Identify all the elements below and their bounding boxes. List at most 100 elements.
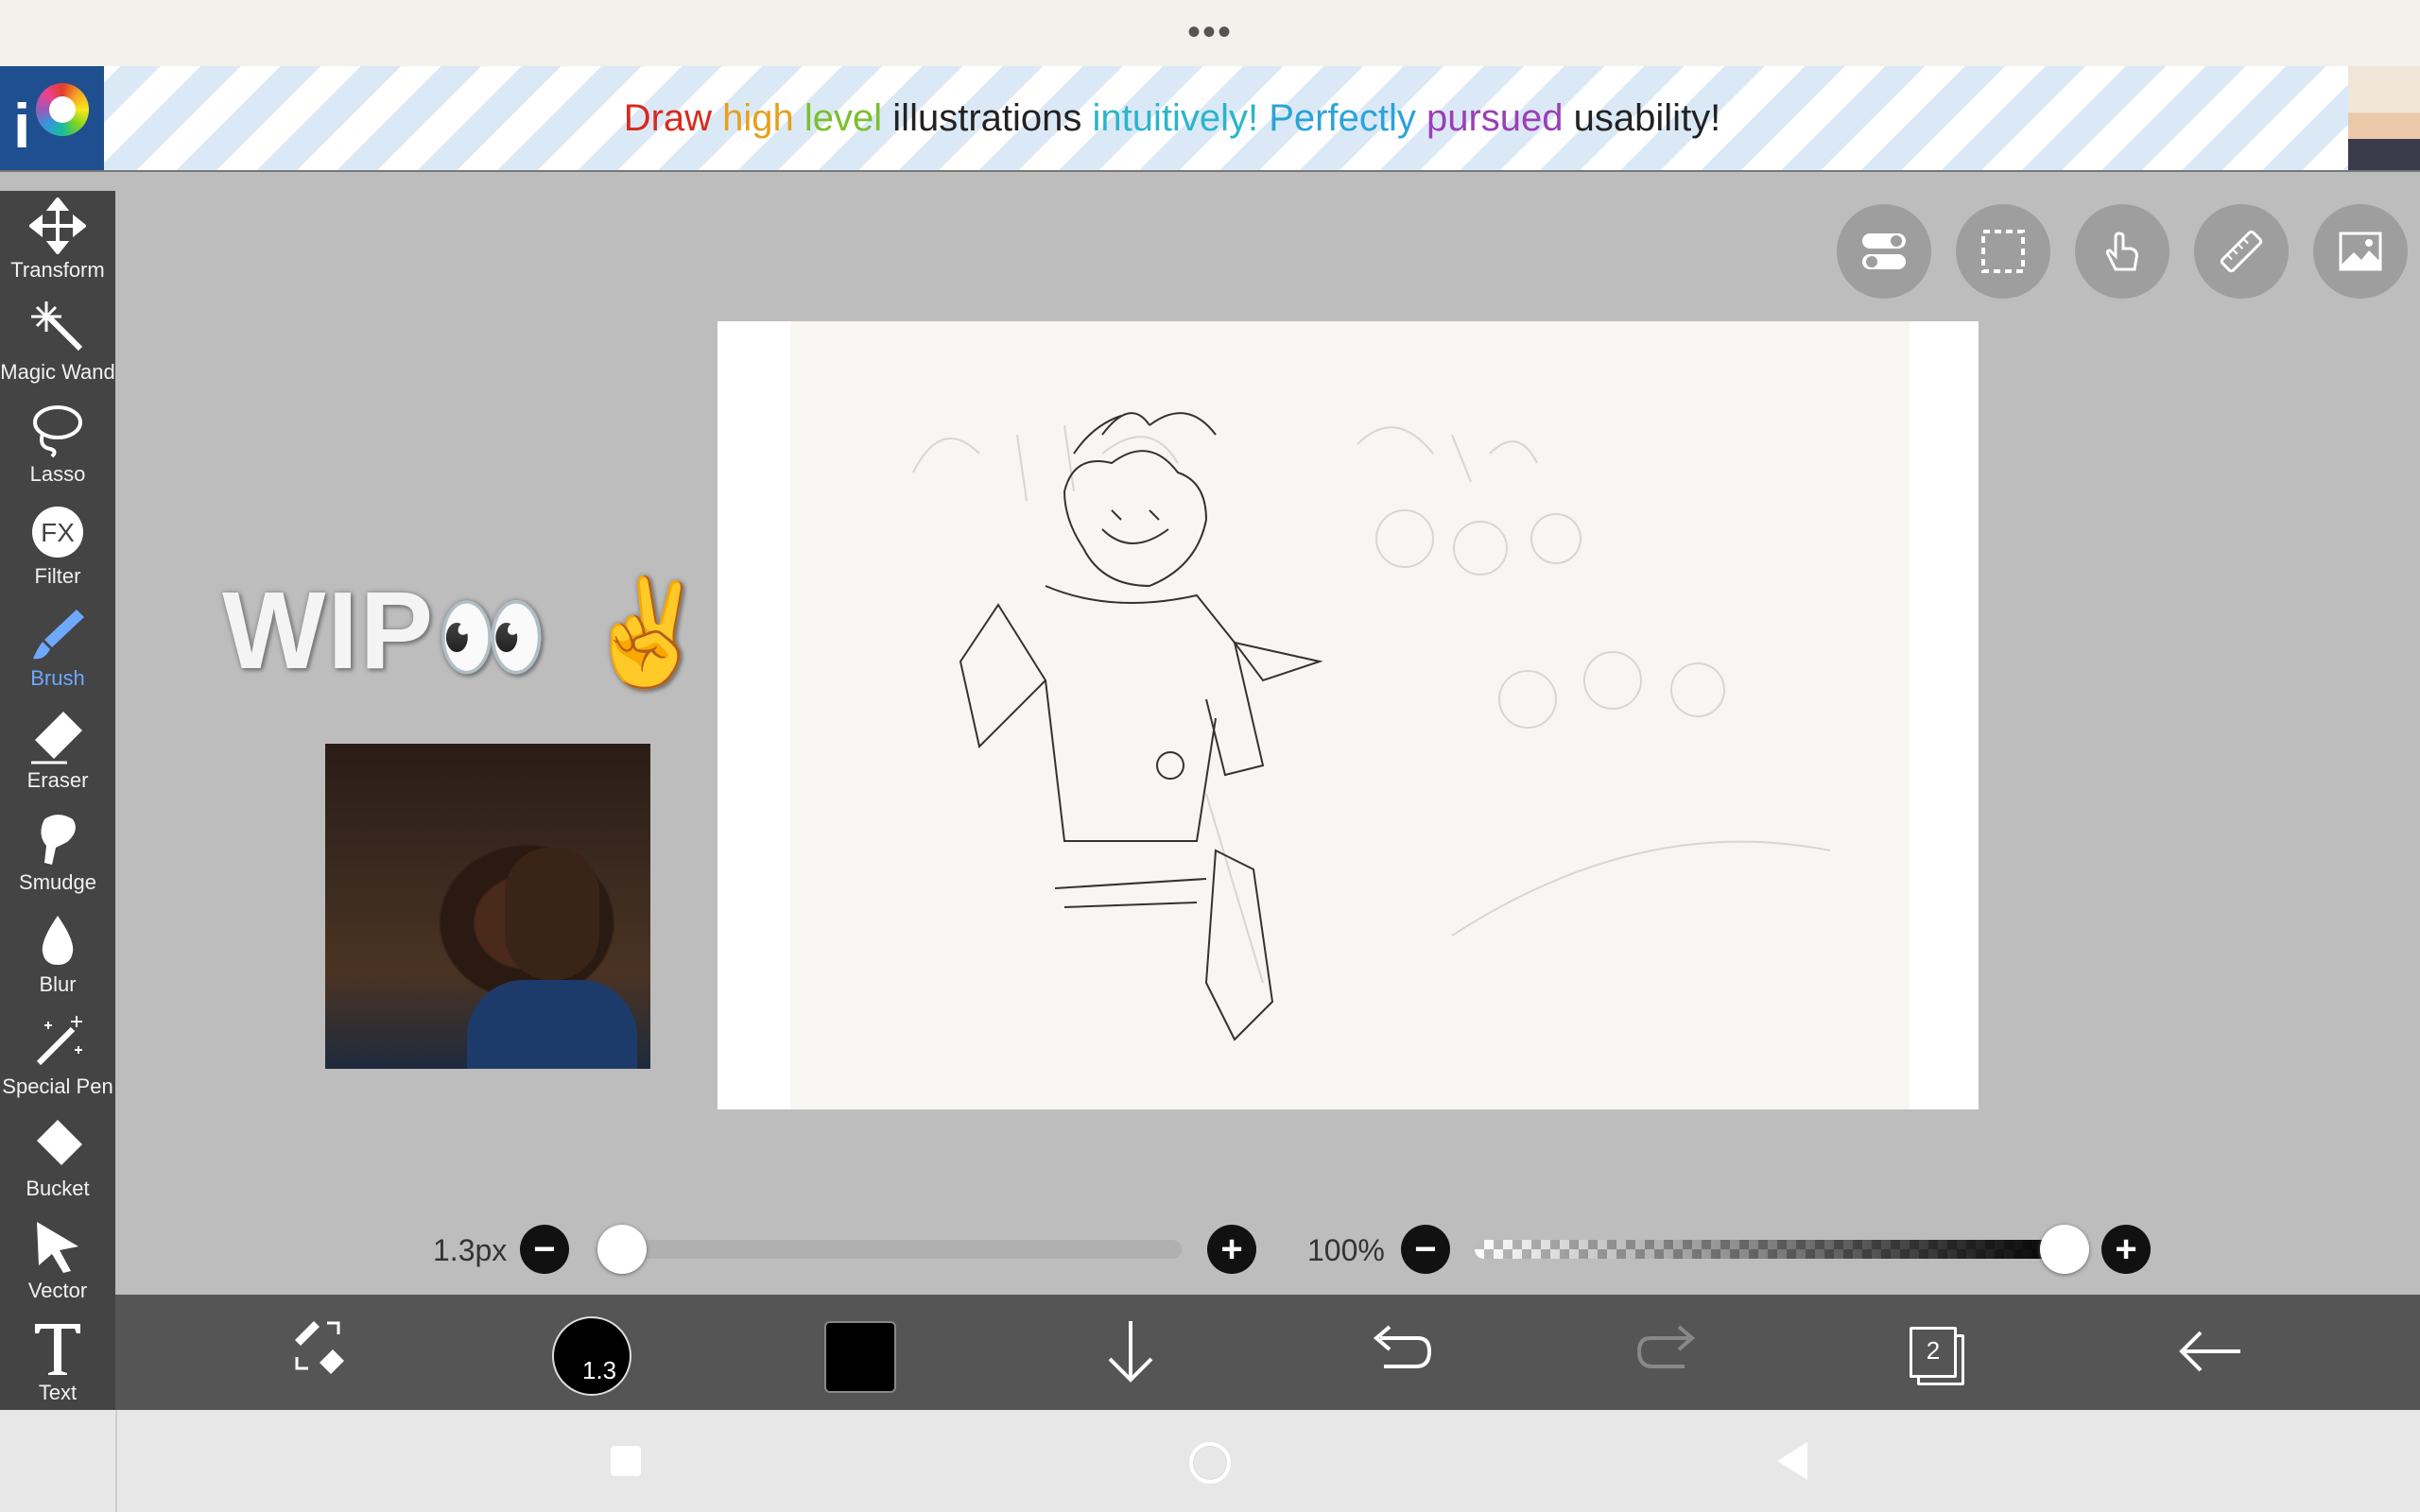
color-wheel-icon (36, 83, 89, 136)
wip-text: WIP (222, 569, 436, 692)
tool-label: Lasso (29, 462, 86, 486)
tool-lasso[interactable]: Lasso (0, 398, 115, 500)
tool-text[interactable]: Text (0, 1316, 115, 1418)
tool-filter[interactable]: FX Filter (0, 500, 115, 602)
layers-button[interactable]: 2 (1910, 1327, 1964, 1385)
vector-arrow-icon (37, 1222, 78, 1273)
brush-size-slider[interactable] (624, 1240, 1182, 1259)
wip-overlay: WIP👀 ✌️ (222, 567, 714, 718)
special-pen-icon (36, 1016, 82, 1066)
minus-icon: − (1414, 1228, 1437, 1270)
undo-button[interactable] (1361, 1314, 1437, 1389)
bottom-toolbar (115, 1295, 2420, 1410)
brush-size-increase-button[interactable]: + (1207, 1225, 1256, 1274)
undo-icon (1373, 1325, 1432, 1368)
smudge-icon (41, 815, 76, 865)
recent-apps-button[interactable] (611, 1446, 641, 1476)
opacity-slider-knob[interactable] (2040, 1225, 2089, 1274)
ad-banner-text[interactable]: Draw high level illustrations intuitivel… (104, 66, 2240, 170)
fx-icon: FX (32, 507, 83, 558)
blur-drop-icon (42, 916, 74, 965)
more-menu-dots[interactable]: ••• (1172, 13, 1248, 51)
selection-button[interactable] (1956, 204, 2050, 299)
lasso-icon (33, 405, 82, 458)
ad-word: intuitively! (1092, 97, 1259, 139)
ad-word: usability! (1573, 97, 1721, 139)
toggle-icon (1862, 233, 1906, 269)
tool-vector[interactable]: Vector (0, 1214, 115, 1316)
tool-transform[interactable]: Transform (0, 194, 115, 296)
minus-icon: − (533, 1228, 556, 1270)
tool-label: Filter (34, 564, 81, 588)
tool-label: Transform (10, 258, 105, 282)
tool-bucket[interactable]: Bucket (0, 1112, 115, 1214)
brush-size-button[interactable]: 1.3 (552, 1316, 631, 1396)
redo-icon (1636, 1325, 1696, 1368)
tool-label: Special Pen (2, 1074, 113, 1098)
tool-label: Smudge (19, 870, 96, 894)
move-arrows-icon (29, 198, 86, 254)
arrow-down-icon (1108, 1321, 1153, 1383)
reference-image-button[interactable] (2313, 204, 2408, 299)
color-picker-button[interactable] (824, 1321, 896, 1393)
opacity-slider[interactable] (1475, 1240, 2070, 1259)
tool-label: Bucket (26, 1177, 90, 1200)
bucket-icon (37, 1120, 82, 1165)
webcam-person-shirt (467, 980, 637, 1069)
opacity-increase-button[interactable]: + (2101, 1225, 2151, 1274)
plus-icon: + (2115, 1228, 2137, 1270)
logo-letter: i (13, 91, 31, 161)
ruler-button[interactable] (2194, 204, 2289, 299)
tool-smudge[interactable]: Smudge (0, 806, 115, 908)
text-t-icon (35, 1324, 80, 1375)
opacity-value: 100% (1307, 1233, 1385, 1267)
ad-word: pursued (1426, 97, 1564, 139)
brush-eraser-swap-button[interactable] (285, 1314, 361, 1389)
brush-size-label: 1.3 (582, 1356, 617, 1384)
tool-label: Blur (39, 972, 77, 996)
brush-size-decrease-button[interactable]: − (520, 1225, 569, 1274)
system-back-button[interactable] (1777, 1442, 1807, 1480)
download-button[interactable] (1093, 1314, 1168, 1389)
brush-size-slider-knob[interactable] (597, 1225, 647, 1274)
tool-eraser[interactable]: Eraser (0, 704, 115, 806)
tool-blur[interactable]: Blur (0, 908, 115, 1010)
webcam-person (505, 848, 599, 980)
ad-word: high (722, 97, 794, 139)
app-logo: i (0, 66, 104, 170)
plus-icon: + (1220, 1228, 1243, 1270)
opacity-decrease-button[interactable]: − (1401, 1225, 1450, 1274)
peace-emoji: ✌️ (581, 575, 714, 691)
ruler-icon (2220, 230, 2263, 273)
layer-count: 2 (1910, 1327, 1957, 1378)
tool-label: Magic Wand (0, 360, 115, 384)
dashed-selection-icon (1981, 230, 2025, 273)
svg-text:FX: FX (41, 518, 75, 547)
ad-word: level (804, 97, 883, 139)
sketch-artwork (790, 321, 1910, 1109)
eraser-icon (31, 712, 82, 765)
brush-size-value: 1.3px (433, 1233, 508, 1267)
swap-brush-eraser-icon (295, 1321, 344, 1374)
ad-word: illustrations (892, 97, 1082, 139)
ad-word: Draw (623, 97, 713, 139)
arrow-left-icon (2179, 1331, 2240, 1372)
tool-label: Eraser (26, 768, 89, 792)
tool-label: Text (38, 1381, 78, 1404)
webcam-overlay (325, 744, 650, 1069)
hand-tool-button[interactable] (2075, 204, 2169, 299)
tool-magic-wand[interactable]: Magic Wand (0, 296, 115, 398)
brush-icon (33, 610, 84, 660)
home-button[interactable] (1189, 1442, 1231, 1484)
ad-word: Perfectly (1269, 97, 1416, 139)
image-icon (2339, 232, 2382, 271)
tool-brush[interactable]: Brush (0, 602, 115, 704)
tool-special-pen[interactable]: Special Pen (0, 1010, 115, 1112)
sketch-drawing (912, 412, 1831, 1041)
nav-left-panel (0, 1410, 117, 1512)
ad-character-image (2348, 66, 2420, 170)
toggle-settings-button[interactable] (1837, 204, 1931, 299)
redo-button[interactable] (1632, 1314, 1707, 1389)
back-button[interactable] (2172, 1314, 2248, 1389)
tool-label: Brush (30, 666, 85, 690)
